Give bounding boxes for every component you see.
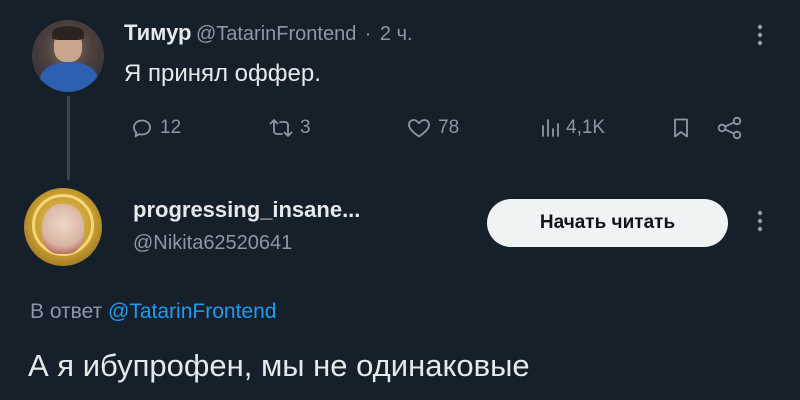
more-vertical-icon[interactable] bbox=[757, 24, 763, 46]
avatar-timur[interactable] bbox=[32, 20, 104, 92]
avatar-progressing-insane[interactable] bbox=[24, 188, 102, 266]
bookmark-icon bbox=[671, 116, 691, 140]
tweet2-author-name[interactable]: progressing_insane... bbox=[133, 197, 360, 223]
reply-mention-link[interactable]: @TatarinFrontend bbox=[108, 300, 276, 323]
tweet1-handle[interactable]: @TatarinFrontend bbox=[196, 23, 356, 45]
tweet1-author-name[interactable]: Тимур bbox=[124, 20, 192, 45]
follow-button[interactable]: Начать читать bbox=[487, 199, 728, 247]
tweet1-header: Тимур @TatarinFrontend · 2 ч. bbox=[124, 20, 413, 48]
reply-context: В ответ @TatarinFrontend bbox=[30, 300, 276, 324]
share-button[interactable] bbox=[716, 116, 744, 140]
retweet-icon bbox=[268, 116, 294, 140]
tweet1-timestamp[interactable]: 2 ч. bbox=[380, 23, 413, 45]
bookmark-button[interactable] bbox=[671, 116, 691, 140]
share-icon bbox=[716, 116, 744, 140]
reply-button[interactable]: 12 bbox=[130, 116, 181, 140]
tweet1-action-bar: 12 3 78 4,1K bbox=[0, 112, 800, 148]
view-count: 4,1K bbox=[566, 117, 606, 138]
retweet-button[interactable]: 3 bbox=[268, 116, 311, 140]
heart-icon bbox=[406, 116, 432, 140]
retweet-count: 3 bbox=[300, 117, 311, 138]
like-count: 78 bbox=[438, 117, 460, 138]
reply-count: 12 bbox=[160, 117, 182, 138]
like-button[interactable]: 78 bbox=[406, 116, 459, 140]
tweet1-text: Я принял оффер. bbox=[124, 60, 321, 87]
reply-icon bbox=[130, 116, 154, 140]
tweet1-separator: · bbox=[364, 23, 372, 45]
more-vertical-icon[interactable] bbox=[757, 210, 763, 232]
tweet-thread: Тимур @TatarinFrontend · 2 ч. Я принял о… bbox=[0, 0, 800, 400]
reply-prefix: В ответ bbox=[30, 300, 103, 323]
tweet2-handle[interactable]: @Nikita62520641 bbox=[133, 232, 292, 255]
tweet2-text: А я ибупрофен, мы не одинаковые bbox=[28, 348, 530, 383]
views-chart-icon bbox=[540, 116, 560, 140]
views-button[interactable]: 4,1K bbox=[540, 116, 605, 140]
